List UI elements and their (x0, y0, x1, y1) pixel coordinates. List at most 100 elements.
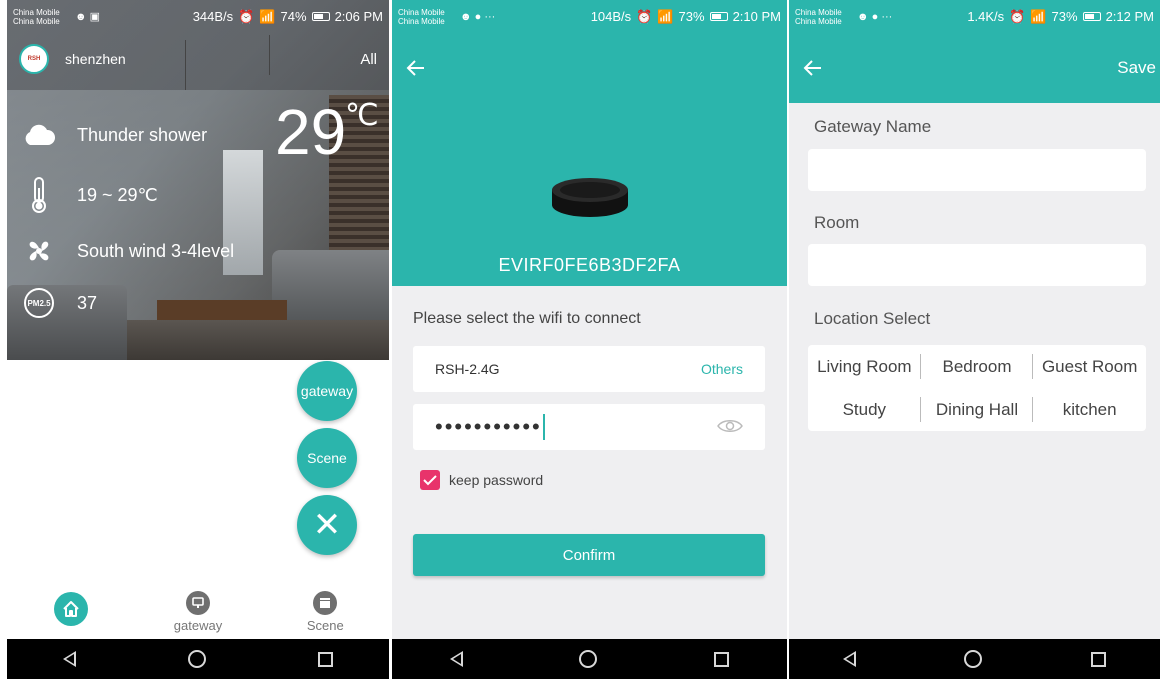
recent-apps-icon[interactable] (1090, 651, 1106, 667)
gateway-icon (185, 591, 210, 615)
network-speed: 344B/s (192, 9, 234, 24)
keep-password-label: keep password (449, 472, 544, 488)
battery-percent: 73% (678, 9, 705, 24)
back-triangle-icon[interactable] (450, 651, 464, 667)
wifi-ssid-field[interactable]: RSH-2.4G Others (413, 346, 765, 392)
carrier-label: China Mobile (398, 7, 445, 17)
recent-apps-icon[interactable] (318, 651, 333, 667)
gateway-fab-button[interactable]: gateway (297, 361, 357, 421)
back-arrow-icon[interactable] (801, 56, 825, 80)
wifi-password-input[interactable]: ••••••••••• (413, 404, 765, 450)
pm25-row: PM2.5 37 (21, 288, 97, 318)
carrier-label: China Mobile (13, 16, 60, 26)
location-option-guest-room[interactable]: Guest Room (1033, 345, 1146, 388)
keep-password-row: keep password (420, 470, 543, 490)
gateway-name-label: Gateway Name (814, 117, 932, 136)
location-option-kitchen[interactable]: kitchen (1033, 388, 1146, 431)
close-fab-button[interactable]: ✕ (297, 495, 357, 555)
header (392, 0, 787, 286)
location-option-study[interactable]: Study (808, 388, 921, 431)
room-label: Room (814, 213, 860, 232)
status-bar: China Mobile China Mobile ☻ ▣ 344B/s ⏰ 📶… (7, 0, 389, 33)
back-triangle-icon[interactable] (843, 651, 857, 667)
clock: 2:10 PM (732, 9, 781, 24)
weather-condition-row: Thunder shower (21, 124, 207, 146)
notification-icons: ☻ ● ··· (460, 10, 496, 23)
system-nav-bar (392, 639, 787, 679)
carrier-label: China Mobile (398, 16, 445, 26)
sofa-decor (272, 250, 389, 320)
alarm-icon: ⏰ (1009, 8, 1026, 24)
others-wifi-link[interactable]: Others (701, 361, 743, 377)
notification-icons: ☻ ▣ (75, 11, 101, 23)
home-screen: China Mobile China Mobile ☻ ▣ 344B/s ⏰ 📶… (7, 0, 389, 679)
tab-label: Scene (306, 618, 344, 633)
clapperboard-icon (313, 591, 338, 615)
location-option-dining-hall[interactable]: Dining Hall (921, 388, 1034, 431)
home-circle-icon[interactable] (188, 650, 206, 668)
tab-label: gateway (173, 618, 223, 633)
status-bar: China Mobile China Mobile ☻ ● ··· 1.4K/s… (789, 0, 1160, 33)
home-circle-icon[interactable] (964, 650, 983, 668)
system-nav-bar (7, 639, 389, 679)
settings-form: Gateway Name Room Location Select Living… (789, 103, 1160, 639)
app-logo: RSH (19, 44, 49, 74)
battery-percent: 74% (280, 9, 307, 24)
all-filter-button[interactable]: All (360, 51, 377, 68)
carrier-label: China Mobile (795, 16, 842, 26)
clock: 2:12 PM (1105, 9, 1154, 24)
room-input[interactable] (808, 244, 1146, 286)
cloud-icon (21, 124, 57, 146)
battery-icon (709, 12, 728, 21)
keep-password-checkbox[interactable] (420, 470, 440, 490)
system-nav-bar (789, 639, 1160, 679)
notification-icons: ☻ ● ··· (857, 10, 893, 23)
tab-home[interactable] (7, 586, 134, 638)
tab-gateway[interactable]: gateway (134, 586, 261, 638)
wifi-prompt: Please select the wifi to connect (413, 310, 641, 327)
fan-icon (21, 236, 57, 266)
network-speed: 1.4K/s (967, 9, 1005, 24)
alarm-icon: ⏰ (636, 8, 653, 24)
alarm-icon: ⏰ (238, 8, 255, 24)
network-speed: 104B/s (590, 9, 632, 24)
home-icon (53, 592, 88, 626)
text-cursor (542, 414, 545, 440)
scene-fab-button[interactable]: Scene (297, 428, 357, 488)
location-option-bedroom[interactable]: Bedroom (921, 345, 1034, 388)
tab-scene[interactable]: Scene (262, 586, 389, 638)
recent-apps-icon[interactable] (713, 651, 729, 667)
wifi-form: Please select the wifi to connect RSH-2.… (392, 286, 787, 639)
pm25-icon: PM2.5 (24, 288, 54, 318)
temperature-unit: ℃ (345, 99, 379, 132)
location-options: Living Room Bedroom Guest Room Study Din… (808, 345, 1146, 431)
location-option-living-room[interactable]: Living Room (808, 345, 921, 388)
gateway-name-input[interactable] (808, 149, 1146, 191)
wind-info: South wind 3-4level (77, 240, 235, 261)
eye-icon[interactable] (717, 414, 743, 440)
battery-percent: 73% (1051, 9, 1078, 24)
wifi-ssid-value: RSH-2.4G (435, 361, 500, 377)
temperature-range-row: 19 ~ 29℃ (21, 176, 158, 214)
save-button[interactable]: Save (1117, 58, 1156, 78)
gateway-device-image (550, 175, 630, 220)
gateway-settings-screen: China Mobile China Mobile ☻ ● ··· 1.4K/s… (789, 0, 1160, 679)
battery-icon (1082, 12, 1101, 21)
city-name[interactable]: shenzhen (65, 51, 126, 67)
back-triangle-icon[interactable] (63, 651, 76, 667)
pm25-value: 37 (77, 292, 98, 313)
current-temperature: 29 (275, 96, 347, 168)
table-decor (157, 300, 287, 320)
weather-condition: Thunder shower (77, 124, 208, 145)
wifi-icon: 📶 (657, 8, 674, 24)
checkmark-icon (423, 475, 437, 486)
home-circle-icon[interactable] (579, 650, 598, 668)
back-arrow-icon[interactable] (404, 56, 428, 80)
close-icon: ✕ (312, 506, 342, 544)
wind-row: South wind 3-4level (21, 236, 234, 266)
clock: 2:06 PM (334, 9, 383, 24)
bottom-tab-bar: gateway Scene (7, 586, 389, 638)
carrier-label: China Mobile (795, 7, 842, 17)
temperature-range: 19 ~ 29℃ (77, 184, 158, 205)
confirm-button[interactable]: Confirm (413, 534, 765, 576)
